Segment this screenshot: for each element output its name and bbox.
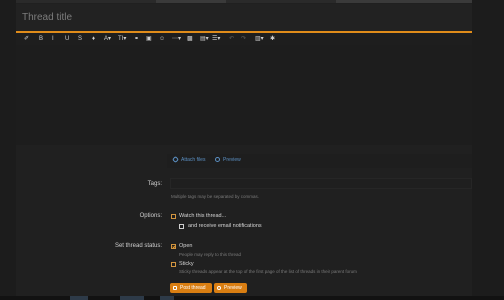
media-icon[interactable]: ▩ [187,34,193,44]
watch-thread-label: Watch this thread... [179,213,227,219]
list-button[interactable]: ☰▾ [212,34,220,44]
open-checkbox[interactable] [171,244,176,249]
tags-input[interactable] [170,178,472,189]
taskbar-item[interactable] [70,296,88,300]
preview-button[interactable]: Preview [214,283,247,293]
sticky-checkbox[interactable] [171,262,176,267]
tags-label: Tags: [147,181,162,187]
post-thread-label: Post thread [180,285,206,291]
email-notifications-checkbox[interactable] [179,224,184,229]
underline-button[interactable]: U [65,34,69,44]
thread-status-label: Set thread status: [114,243,162,249]
preview-button-label: Preview [224,285,242,291]
undo-icon[interactable]: ↶ [229,34,234,44]
sticky-label: Sticky [179,261,194,267]
font-family-button[interactable]: A▾ [104,34,111,44]
tags-hint: Multiple tags may be separated by commas… [171,194,260,199]
more-icon[interactable]: ⋯▾ [172,34,181,44]
message-editor[interactable] [16,45,472,145]
image-icon[interactable]: ▣ [146,34,152,44]
attachment-bar [167,154,472,168]
font-size-button[interactable]: TI▾ [118,34,126,44]
options-label: Options: [139,213,162,219]
italic-button[interactable]: I [52,34,54,44]
watch-thread-checkbox[interactable] [171,214,176,219]
link-icon[interactable]: ⚭ [134,34,139,44]
post-thread-button[interactable]: Post thread [170,283,212,293]
preview-link[interactable]: Preview [215,157,241,163]
paragraph-button[interactable]: ▤▾ [200,34,209,44]
eye-icon [215,157,220,163]
thread-title-input[interactable] [16,4,472,32]
color-icon[interactable]: ♦ [92,34,95,44]
edit-icon [173,286,177,290]
sticky-hint: Sticky threads appear at the top of the … [179,269,357,274]
eraser-icon[interactable]: ✐ [24,34,29,44]
taskbar-item[interactable] [120,296,144,300]
strikethrough-button[interactable]: S [78,34,82,44]
attach-files-label: Attach files [181,157,206,163]
open-hint: People may reply to this thread [179,252,242,257]
open-label: Open [179,243,193,249]
preview-link-label: Preview [223,157,241,163]
insert-button[interactable]: ▥▾ [255,34,264,44]
settings-icon[interactable]: ✱ [270,34,275,44]
emoji-icon[interactable]: ☺ [159,34,165,44]
paperclip-icon [171,156,180,164]
eye-icon [217,286,221,290]
taskbar-item[interactable] [160,296,174,300]
bold-button[interactable]: B [39,34,43,44]
thread-title-placeholder: Thread title [22,12,73,23]
attach-files-link[interactable]: Attach files [171,156,206,164]
email-notifications-label: and receive email notifications [188,223,262,229]
redo-icon[interactable]: ↷ [241,34,246,44]
